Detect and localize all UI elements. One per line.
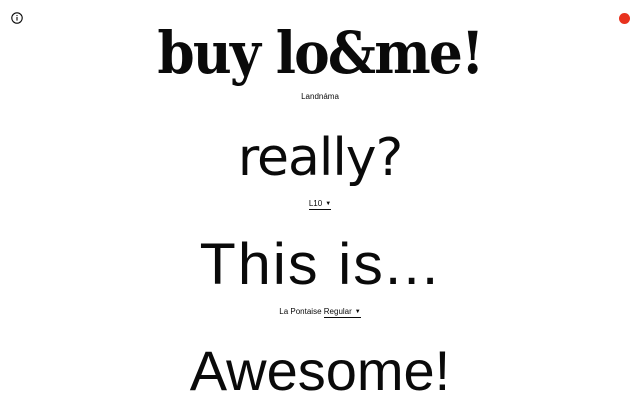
- font-name-label-1: Landnáma: [0, 92, 640, 102]
- specimen-text-2[interactable]: really?: [0, 132, 640, 184]
- font-name-1: Landnáma: [301, 92, 339, 101]
- info-icon[interactable]: [11, 12, 23, 24]
- font-selector-2[interactable]: L10 ▼: [0, 199, 640, 210]
- specimen-text-3[interactable]: This is...: [0, 236, 640, 294]
- chevron-down-icon: ▼: [354, 309, 361, 315]
- font-style-3: Regular: [323, 307, 352, 316]
- status-dot[interactable]: [619, 13, 630, 24]
- font-dropdown-2[interactable]: L10 ▼: [308, 199, 332, 210]
- specimen-text-4[interactable]: Awesome!: [0, 343, 640, 399]
- font-name-2: L10: [308, 199, 323, 208]
- chevron-down-icon: ▼: [325, 201, 332, 207]
- font-family-name-3: La Pontaise: [279, 307, 322, 316]
- style-dropdown-3[interactable]: Regular ▼: [323, 307, 361, 318]
- specimen-text-1[interactable]: buy lo&me!: [26, 24, 615, 82]
- font-selector-3: La Pontaise Regular ▼: [0, 307, 640, 318]
